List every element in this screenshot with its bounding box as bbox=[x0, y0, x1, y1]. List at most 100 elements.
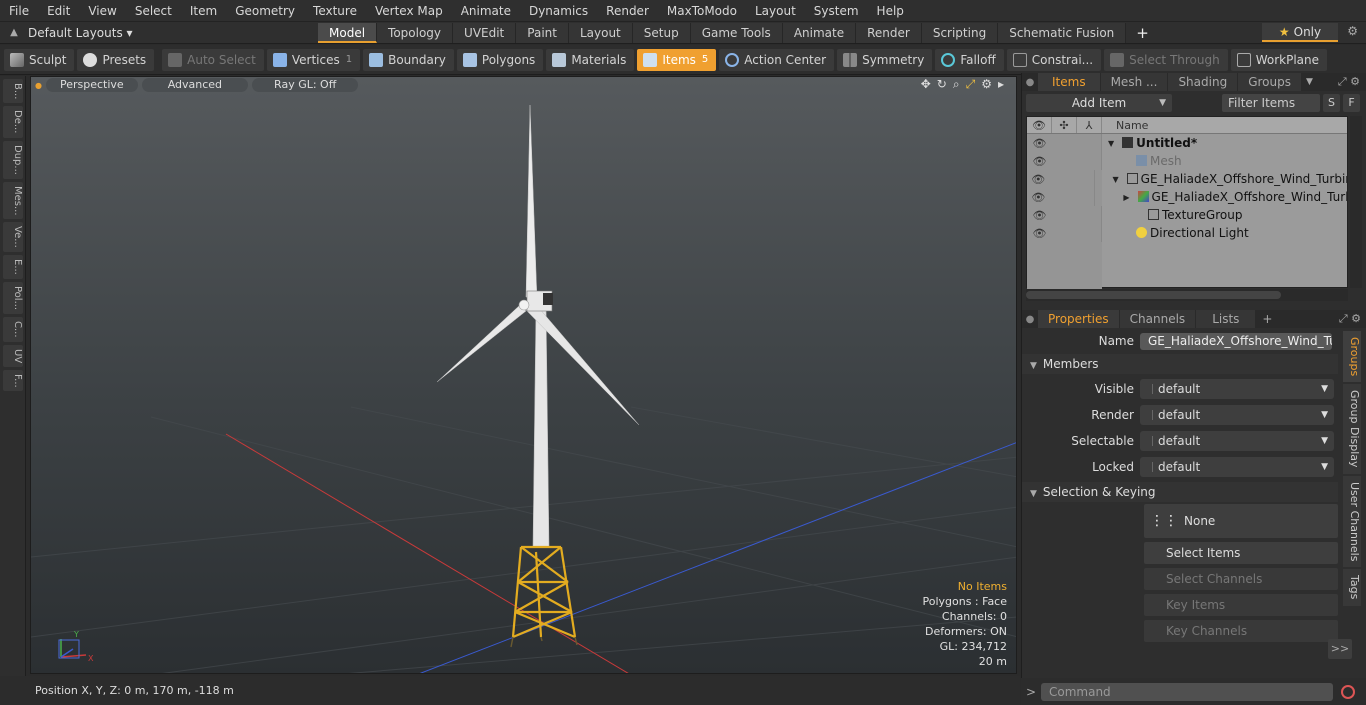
menu-select[interactable]: Select bbox=[126, 0, 181, 22]
props-maximize-icon[interactable]: ⤢ bbox=[1339, 312, 1348, 325]
vertices-button[interactable]: Vertices 1 bbox=[266, 48, 361, 71]
props-gear-icon[interactable]: ⚙ bbox=[1351, 312, 1361, 325]
name-field[interactable]: GE_HaliadeX_Offshore_Wind_Turbine bbox=[1140, 332, 1332, 350]
eye-icon[interactable]: 👁 bbox=[1027, 227, 1052, 240]
tree-row[interactable]: 👁 ▼ Untitled* bbox=[1027, 134, 1347, 152]
3d-viewport[interactable]: Y X ● Perspective Advanced Ray GL: Off ✥… bbox=[30, 76, 1017, 674]
advanced-button[interactable]: Advanced bbox=[141, 78, 249, 92]
collapse-up-icon[interactable]: ▲ bbox=[0, 27, 28, 38]
left-tab-vertex[interactable]: Ve... bbox=[3, 222, 23, 253]
eye-icon[interactable]: 👁 bbox=[1027, 137, 1052, 150]
command-input[interactable]: Command bbox=[1041, 682, 1333, 701]
select-through-button[interactable]: Select Through bbox=[1104, 48, 1228, 71]
key-channels-button[interactable]: Key Channels bbox=[1144, 620, 1338, 642]
tabs-dropdown-icon[interactable]: ▼ bbox=[1306, 77, 1313, 87]
record-macro-icon[interactable] bbox=[1341, 684, 1355, 699]
add-item-button[interactable]: Add Item ▼ bbox=[1026, 94, 1172, 112]
scroll-thumb[interactable] bbox=[1026, 291, 1281, 299]
select-channels-button[interactable]: Select Channels bbox=[1144, 568, 1338, 590]
menu-animate[interactable]: Animate bbox=[452, 0, 520, 22]
action-center-button[interactable]: Action Center bbox=[719, 48, 835, 71]
tab-animate[interactable]: Animate bbox=[782, 22, 857, 43]
left-tab-deform[interactable]: De... bbox=[3, 106, 23, 138]
panel-gear-icon[interactable]: ⚙ bbox=[1350, 75, 1360, 88]
tab-lists[interactable]: Lists bbox=[1196, 310, 1256, 328]
menu-layout[interactable]: Layout bbox=[746, 0, 805, 22]
polygons-button[interactable]: Polygons bbox=[456, 48, 544, 71]
render-dropdown[interactable]: default ▼ bbox=[1140, 405, 1334, 425]
turbine-blade-left[interactable] bbox=[436, 304, 527, 383]
boundary-button[interactable]: Boundary bbox=[363, 48, 454, 71]
selectable-dropdown[interactable]: default ▼ bbox=[1140, 431, 1334, 451]
visible-dropdown[interactable]: default ▼ bbox=[1140, 379, 1334, 399]
tab-game-tools[interactable]: Game Tools bbox=[690, 22, 783, 43]
only-toggle[interactable]: ★ Only bbox=[1262, 23, 1338, 42]
menu-edit[interactable]: Edit bbox=[38, 0, 79, 22]
turbine-blade-up[interactable] bbox=[525, 104, 538, 300]
locked-dropdown[interactable]: default ▼ bbox=[1140, 457, 1334, 477]
add-props-tab-icon[interactable]: + bbox=[1262, 312, 1272, 326]
side-tab-groups[interactable]: Groups bbox=[1343, 331, 1361, 383]
left-tab-mesh[interactable]: Mes... bbox=[3, 181, 23, 220]
left-tab-fusion[interactable]: F... bbox=[3, 369, 23, 392]
props-menu-dot-icon[interactable]: ● bbox=[1022, 314, 1038, 325]
eye-icon[interactable]: 👁 bbox=[1027, 209, 1052, 222]
panel-menu-dot-icon[interactable]: ● bbox=[1022, 77, 1038, 88]
tab-channels[interactable]: Channels bbox=[1119, 310, 1196, 328]
members-section[interactable]: ▼ Members bbox=[1022, 354, 1338, 374]
expand-icon[interactable]: ▼ bbox=[1108, 139, 1114, 148]
menu-item[interactable]: Item bbox=[181, 0, 226, 22]
tab-properties[interactable]: Properties bbox=[1038, 310, 1119, 328]
none-button[interactable]: ⋮⋮ None bbox=[1144, 504, 1338, 538]
tab-mesh[interactable]: Mesh ... bbox=[1100, 73, 1168, 91]
items-button[interactable]: Items 5 bbox=[637, 48, 717, 71]
tree-row[interactable]: 👁 Mesh bbox=[1027, 152, 1347, 170]
tree-row[interactable]: 👁 ▶ GE_HaliadeX_Offshore_Wind_Turbi... bbox=[1027, 188, 1347, 206]
materials-button[interactable]: Materials bbox=[546, 48, 635, 71]
viewport-more-icon[interactable]: ▸ bbox=[998, 77, 1004, 92]
zoom-view-icon[interactable]: ⌕ bbox=[953, 77, 960, 92]
menu-file[interactable]: File bbox=[0, 0, 38, 22]
eye-icon[interactable]: 👁 bbox=[1027, 191, 1050, 204]
gear-icon[interactable]: ⚙ bbox=[1347, 24, 1358, 38]
expand-icon[interactable]: ▼ bbox=[1113, 175, 1119, 184]
left-tab-polygon[interactable]: Pol... bbox=[3, 281, 23, 314]
menu-system[interactable]: System bbox=[805, 0, 868, 22]
viewport-menu-dot-icon[interactable]: ● bbox=[35, 81, 42, 90]
s-button[interactable]: S bbox=[1323, 94, 1340, 112]
scene-canvas[interactable]: Y X bbox=[31, 77, 1017, 674]
lock-column-icon[interactable]: ✣ bbox=[1052, 117, 1077, 133]
tab-layout[interactable]: Layout bbox=[568, 22, 633, 43]
tab-items[interactable]: Items bbox=[1038, 73, 1100, 91]
type-column-icon[interactable]: ⅄ bbox=[1077, 117, 1102, 133]
select-items-button[interactable]: Select Items bbox=[1144, 542, 1338, 564]
tab-setup[interactable]: Setup bbox=[632, 22, 691, 43]
menu-geometry[interactable]: Geometry bbox=[226, 0, 304, 22]
falloff-button[interactable]: Falloff bbox=[935, 48, 1004, 71]
fit-view-icon[interactable]: ⤢ bbox=[966, 77, 976, 92]
tab-scripting[interactable]: Scripting bbox=[921, 22, 999, 43]
filter-items-input[interactable]: Filter Items bbox=[1222, 94, 1320, 112]
left-tab-basic[interactable]: B... bbox=[3, 79, 23, 104]
name-column-header[interactable]: Name bbox=[1102, 117, 1148, 133]
constraints-button[interactable]: Constrai... bbox=[1006, 48, 1102, 71]
perspective-button[interactable]: Perspective bbox=[45, 78, 138, 92]
raygl-button[interactable]: Ray GL: Off bbox=[252, 78, 359, 92]
left-tab-curve[interactable]: C... bbox=[3, 316, 23, 342]
tree-row[interactable]: 👁 ▼ GE_HaliadeX_Offshore_Wind_Turbine... bbox=[1027, 170, 1347, 188]
left-tab-edge[interactable]: E... bbox=[3, 255, 23, 279]
expand-button[interactable]: >> bbox=[1328, 639, 1352, 659]
selection-keying-section[interactable]: ▼ Selection & Keying bbox=[1022, 482, 1338, 502]
menu-dynamics[interactable]: Dynamics bbox=[520, 0, 597, 22]
tab-topology[interactable]: Topology bbox=[377, 22, 454, 43]
tab-model[interactable]: Model bbox=[318, 22, 378, 43]
tab-uvedit[interactable]: UVEdit bbox=[453, 22, 517, 43]
tree-row[interactable]: 👁 Directional Light bbox=[1027, 224, 1347, 242]
viewport-gear-icon[interactable]: ⚙ bbox=[981, 77, 992, 92]
workplane-button[interactable]: WorkPlane bbox=[1230, 48, 1328, 71]
tab-render[interactable]: Render bbox=[856, 22, 922, 43]
eye-icon[interactable]: 👁 bbox=[1027, 173, 1049, 186]
key-items-button[interactable]: Key Items bbox=[1144, 594, 1338, 616]
turbine-tower[interactable] bbox=[532, 306, 550, 548]
menu-view[interactable]: View bbox=[79, 0, 125, 22]
